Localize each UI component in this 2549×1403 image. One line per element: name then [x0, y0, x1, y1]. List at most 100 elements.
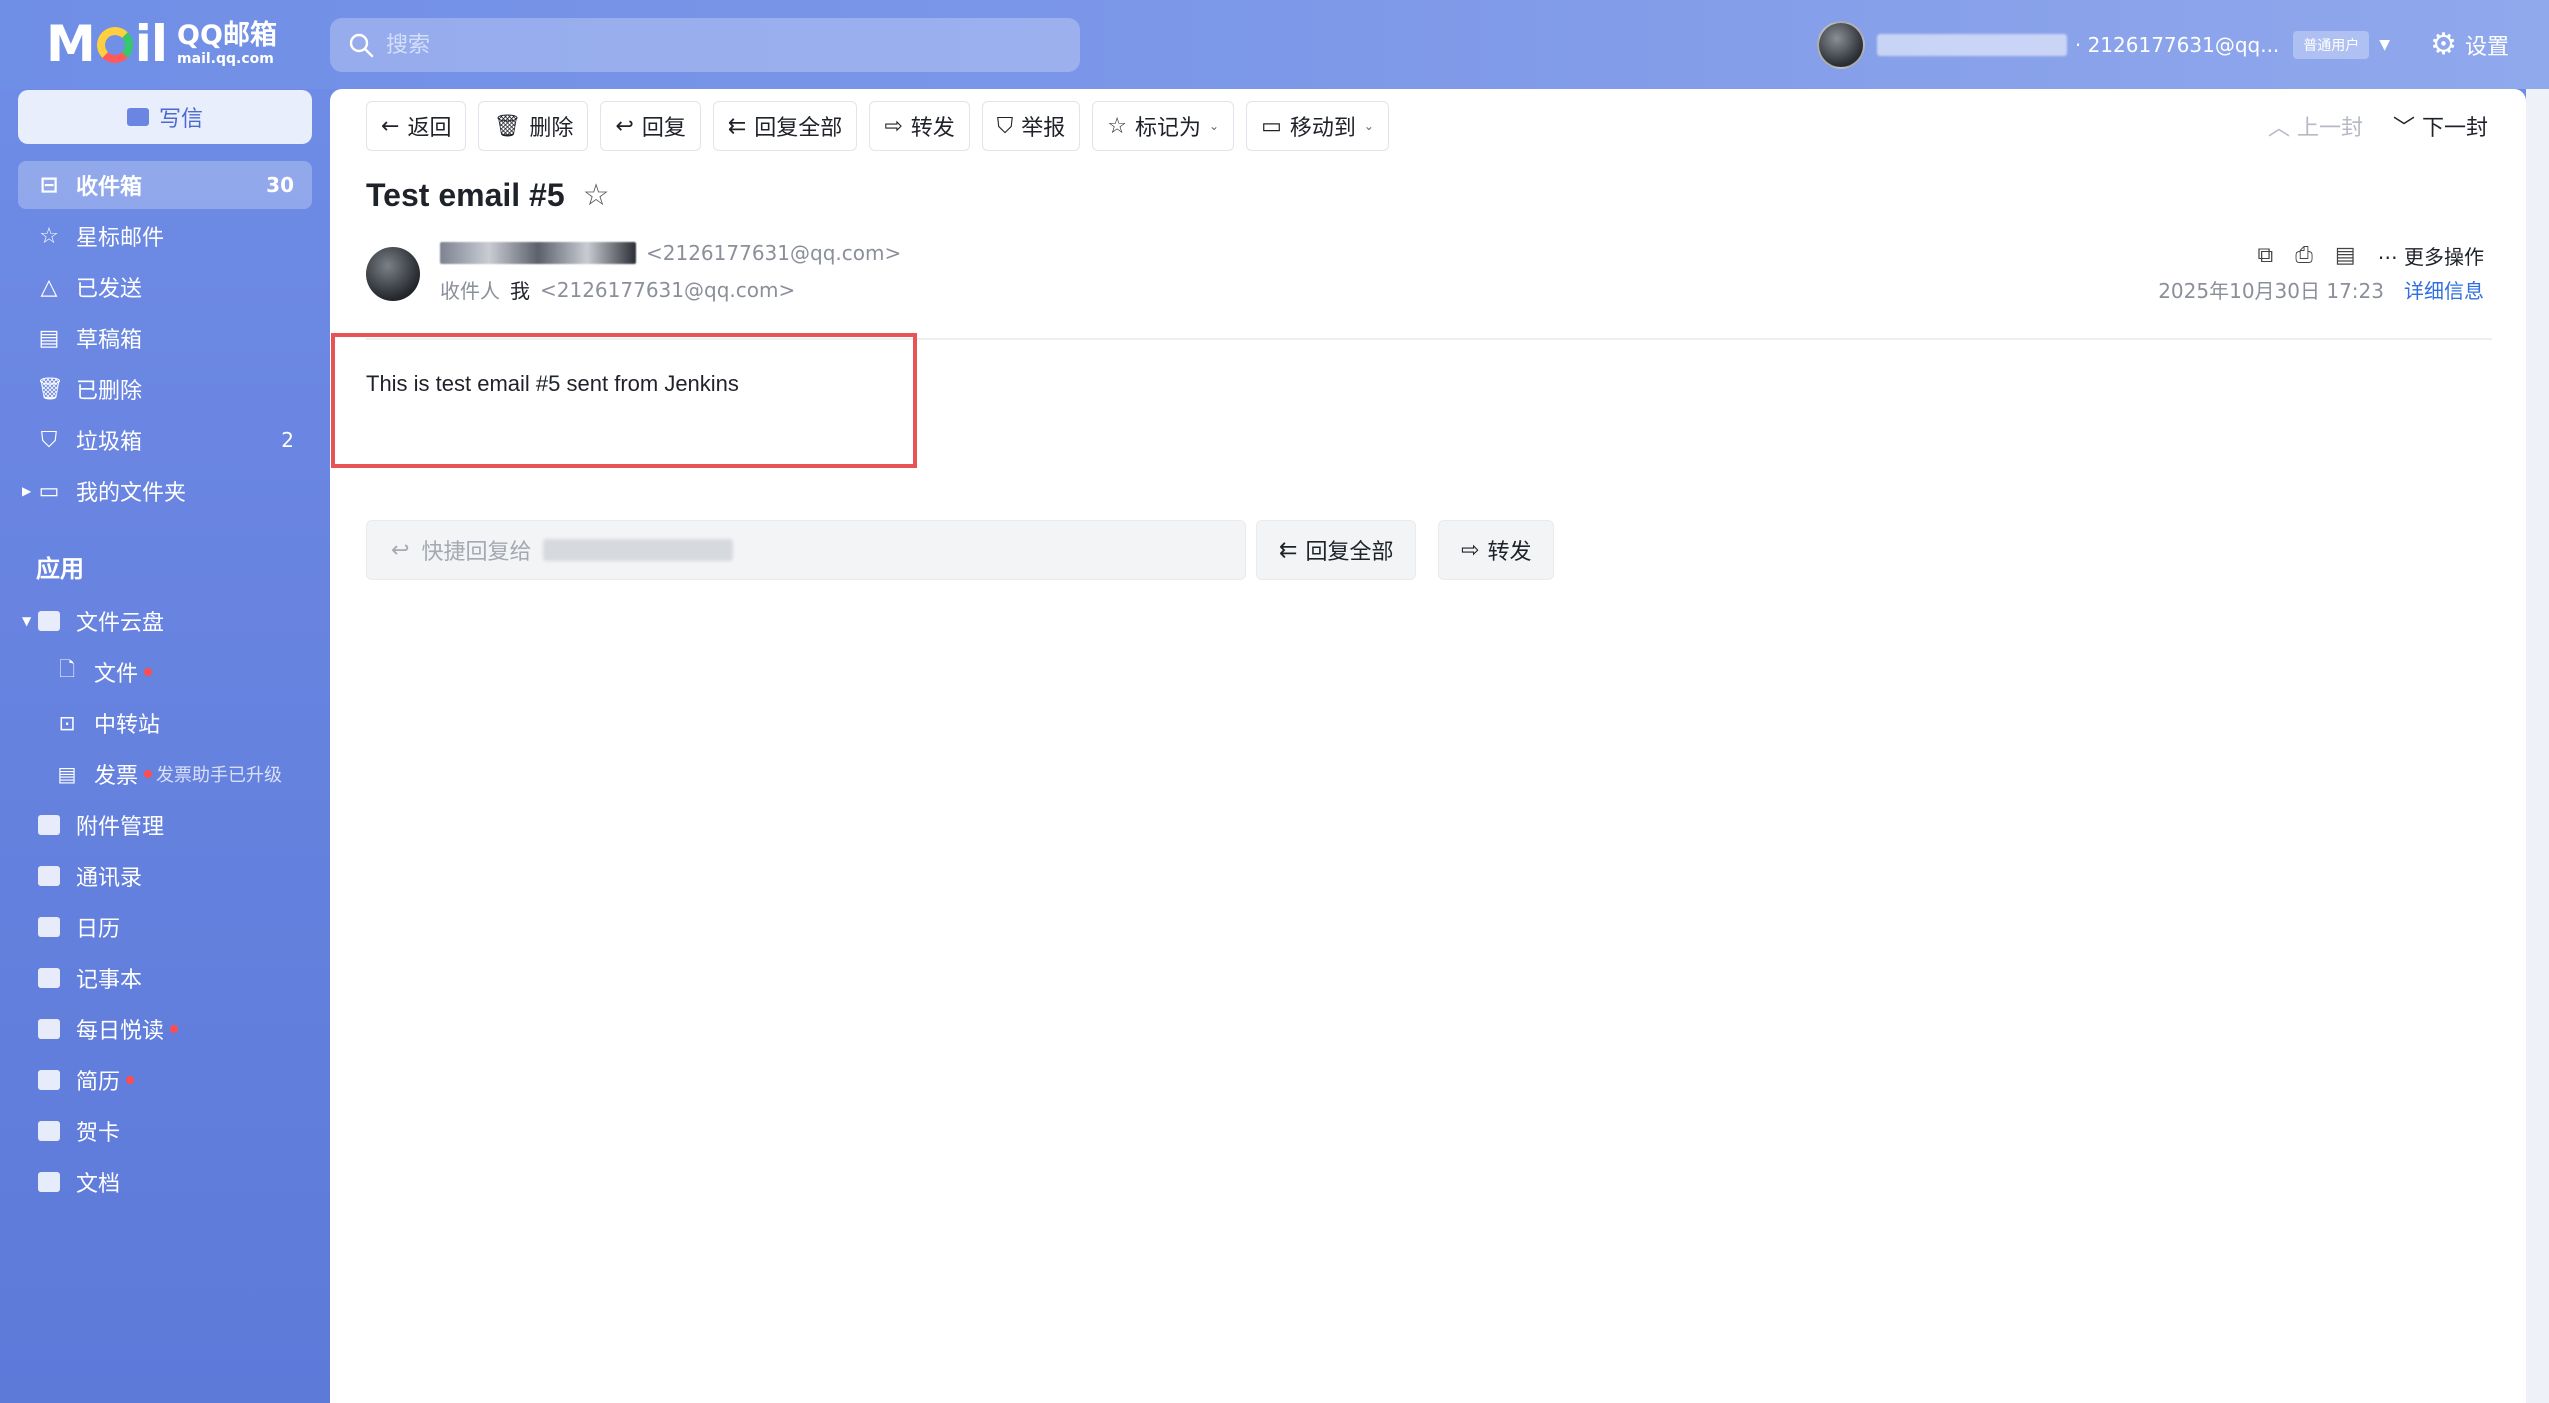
new-dot [144, 770, 153, 778]
recipient-row: 收件人 我 <2126177631@qq.com> [440, 275, 795, 304]
sidebar-item-daily-reading[interactable]: 每日悦读 [18, 1005, 312, 1053]
draft-icon: ▤ [38, 325, 60, 351]
sidebar-item-cloud-drive[interactable]: ▼ 文件云盘 [18, 597, 312, 645]
mail-toolbar: ← 返回 🗑︎ 删除 ↩ 回复 ⇇ 回复全部 ⇨ 转发 ⛉ 举报 ☆ 标记为 ⌄ [366, 101, 1389, 151]
settings-label: 设置 [2464, 35, 2509, 60]
new-dot [126, 1076, 135, 1084]
star-icon[interactable]: ☆ [583, 178, 610, 213]
quick-forward-button[interactable]: ⇨ 转发 [1438, 520, 1555, 580]
details-link[interactable]: 详细信息 [2404, 275, 2484, 304]
sidebar-item-docs[interactable]: 文档 [18, 1158, 312, 1206]
forward-button[interactable]: ⇨ 转发 [869, 101, 970, 151]
spam-count: 2 [281, 428, 294, 452]
sidebar-item-attachments[interactable]: 附件管理 [18, 801, 312, 849]
sidebar-item-label: 中转站 [94, 713, 161, 738]
sidebar-item-calendar[interactable]: 日历 [18, 903, 312, 951]
sidebar-item-contacts[interactable]: 通讯录 [18, 852, 312, 900]
contacts-icon [36, 865, 62, 887]
back-button[interactable]: ← 返回 [366, 101, 467, 151]
sidebar-item-sent[interactable]: △ 已发送 [18, 263, 312, 311]
sidebar-item-invoice[interactable]: ▤ 发票 发票助手已升级 [18, 750, 312, 798]
reply-all-button[interactable]: ⇇ 回复全部 [712, 101, 858, 151]
sidebar-item-inbox[interactable]: ⊟ 收件箱 30 [18, 161, 312, 209]
sidebar-item-card[interactable]: 贺卡 [18, 1107, 312, 1155]
chevron-up-icon: ︿ [2267, 116, 2290, 141]
transfer-icon: ⊡ [58, 711, 76, 735]
reply-button[interactable]: ↩ 回复 [600, 101, 701, 151]
user-level-badge: 普通用户 [2293, 31, 2370, 59]
forward-icon: ⇨ [1461, 537, 1480, 563]
mark-as-dropdown[interactable]: ☆ 标记为 ⌄ [1092, 101, 1235, 151]
sidebar-item-files[interactable]: 🗋 文件 [18, 648, 312, 696]
sidebar-item-deleted[interactable]: 🗑︎ 已删除 [18, 365, 312, 413]
logo-domain: mail.qq.com [177, 51, 274, 67]
reply-icon: ↩ [391, 537, 410, 563]
apps-section-title: 应用 [36, 555, 84, 583]
recipient-name[interactable]: 我 [510, 275, 530, 304]
collapse-arrow-icon[interactable]: ▼ [22, 614, 31, 628]
sidebar-item-notebook[interactable]: 记事本 [18, 954, 312, 1002]
chevron-down-icon: ﹀ [2392, 116, 2415, 141]
invoice-icon: ▤ [57, 762, 77, 786]
sidebar-item-resume[interactable]: 简历 [18, 1056, 312, 1104]
more-actions-button[interactable]: ⋯ 更多操作 [2378, 241, 2484, 270]
sidebar-item-transfer[interactable]: ⊡ 中转站 [18, 699, 312, 747]
quick-reply-all-button[interactable]: ⇇ 回复全部 [1256, 520, 1417, 580]
sidebar-item-label: 日历 [76, 917, 121, 942]
sidebar-item-spam[interactable]: ⛉ 垃圾箱 2 [18, 416, 312, 464]
qq-mail-logo[interactable]: Mil QQ邮箱 mail.qq.com [46, 18, 277, 70]
reply-icon: ↩ [615, 113, 634, 139]
trash-icon: 🗑︎ [493, 113, 522, 139]
search-icon [349, 33, 374, 58]
delete-button[interactable]: 🗑︎ 删除 [478, 101, 589, 151]
search-input[interactable] [386, 32, 1026, 58]
sidebar-item-label: 贺卡 [76, 1121, 121, 1146]
sent-icon: △ [40, 274, 58, 300]
chevron-down-icon[interactable]: ▼ [2379, 37, 2390, 53]
email-date: 2025年10月30日 17:23 [2158, 279, 2384, 303]
sender-avatar[interactable] [366, 247, 420, 301]
expand-arrow-icon[interactable]: ▶ [22, 484, 31, 498]
calendar-icon [36, 916, 62, 938]
compose-button[interactable]: 写信 [18, 90, 312, 144]
sidebar-item-my-folders[interactable]: ▶ ▭ 我的文件夹 [18, 467, 312, 515]
sidebar-item-label: 每日悦读 [76, 1019, 165, 1044]
compose-label: 写信 [158, 107, 203, 132]
sidebar-item-label: 记事本 [76, 968, 143, 993]
email-actions: ⧉ ⎙ ▤ ⋯ 更多操作 [2258, 241, 2484, 270]
email-subject: Test email #5 ☆ [366, 177, 610, 213]
sidebar-item-label: 文件 [94, 662, 139, 687]
folder-move-icon: ▭ [1261, 113, 1282, 139]
sidebar-item-label: 发票 [94, 764, 139, 789]
sidebar-item-label: 收件箱 [76, 175, 143, 200]
sender-name-blurred[interactable] [440, 242, 636, 264]
quick-reply-input[interactable]: ↩ 快捷回复给 [366, 520, 1246, 580]
search-bar[interactable] [330, 18, 1080, 72]
print-icon[interactable]: ⎙ [2295, 243, 2313, 268]
settings-button[interactable]: ⚙ 设置 [2430, 29, 2509, 61]
move-to-dropdown[interactable]: ▭ 移动到 ⌄ [1246, 101, 1389, 151]
prev-mail-button[interactable]: ︿ 上一封 [2268, 110, 2363, 142]
highlight-box [331, 333, 917, 468]
quick-reply-placeholder: 快捷回复给 [421, 540, 532, 565]
scrollbar-track[interactable] [2526, 89, 2549, 1403]
sidebar-item-drafts[interactable]: ▤ 草稿箱 [18, 314, 312, 362]
next-mail-button[interactable]: ﹀ 下一封 [2393, 110, 2488, 142]
open-new-window-icon[interactable]: ⧉ [2258, 243, 2274, 268]
note-icon[interactable]: ▤ [2335, 243, 2356, 268]
new-dot [144, 668, 153, 676]
trash-icon: 🗑︎ [36, 376, 64, 402]
document-icon [36, 1171, 62, 1193]
chevron-down-icon: ⌄ [1363, 119, 1374, 133]
report-button[interactable]: ⛉ 举报 [981, 101, 1081, 151]
user-email: · 2126177631@qq... [2074, 33, 2280, 57]
logo-name: QQ邮箱 [177, 20, 277, 51]
user-avatar[interactable] [1816, 21, 1865, 69]
sidebar: 写信 ⊟ 收件箱 30 ☆ 星标邮件 △ 已发送 ▤ 草稿箱 🗑︎ 已删除 ⛉ … [0, 89, 330, 1403]
user-name-blurred [1876, 34, 2067, 56]
date-row: 2025年10月30日 17:23 详细信息 [2158, 275, 2484, 304]
sidebar-item-label: 垃圾箱 [76, 430, 143, 455]
logo-mark: Mil [46, 15, 168, 73]
folder-nav: ⊟ 收件箱 30 ☆ 星标邮件 △ 已发送 ▤ 草稿箱 🗑︎ 已删除 ⛉ 垃圾箱… [18, 161, 312, 518]
sidebar-item-starred[interactable]: ☆ 星标邮件 [18, 212, 312, 260]
